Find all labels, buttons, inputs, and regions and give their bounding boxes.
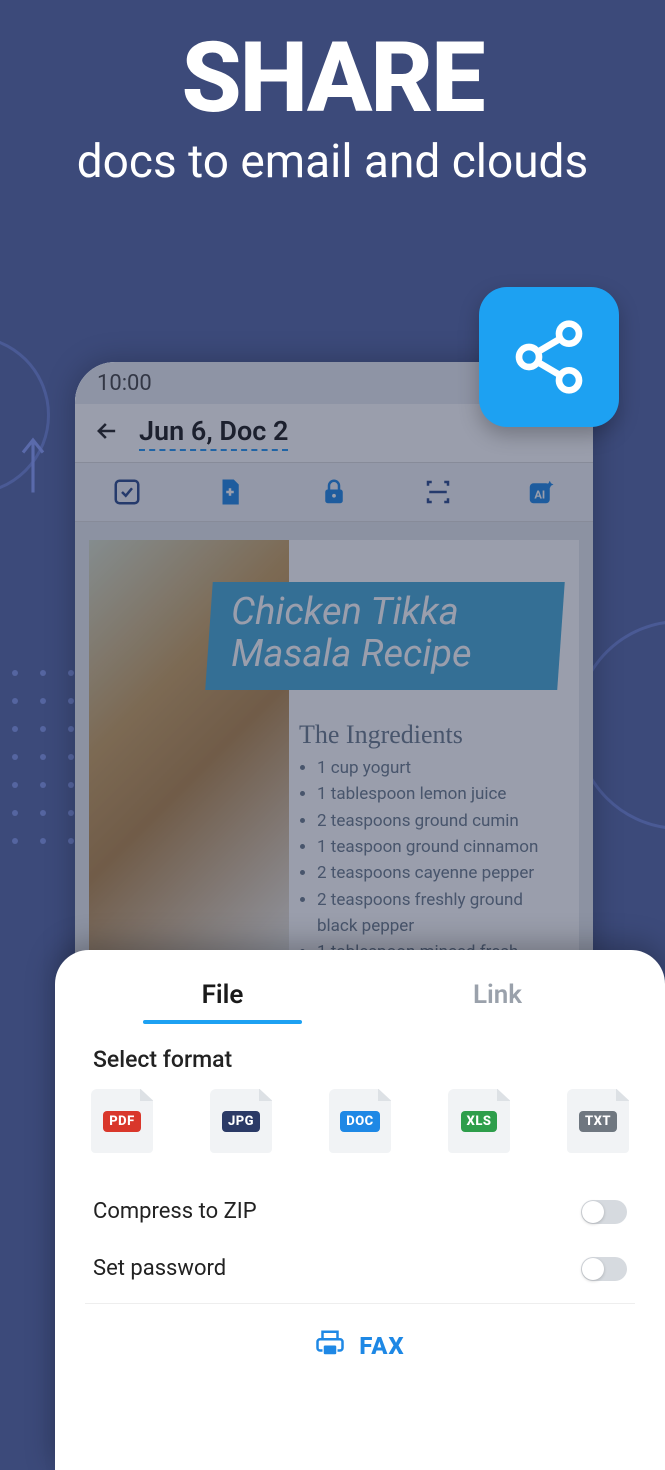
set-password-row: Set password — [85, 1240, 635, 1297]
format-jpg[interactable]: JPG — [210, 1089, 272, 1153]
tab-link[interactable]: Link — [360, 968, 635, 1024]
tab-file[interactable]: File — [85, 968, 360, 1024]
format-row: PDF JPG DOC XLS TXT — [85, 1089, 635, 1153]
select-format-label: Select format — [93, 1046, 635, 1073]
format-doc[interactable]: DOC — [329, 1089, 391, 1153]
set-password-label: Set password — [93, 1256, 226, 1281]
share-icon-badge — [479, 287, 619, 427]
compress-zip-label: Compress to ZIP — [93, 1199, 257, 1224]
hero-title: SHARE — [0, 30, 665, 127]
fax-button[interactable]: FAX — [85, 1303, 635, 1378]
format-xls[interactable]: XLS — [448, 1089, 510, 1153]
fax-label: FAX — [359, 1332, 404, 1360]
decoration-arrow — [18, 430, 48, 504]
compress-zip-row: Compress to ZIP — [85, 1183, 635, 1240]
format-txt[interactable]: TXT — [567, 1089, 629, 1153]
share-sheet: File Link Select format PDF JPG DOC XLS … — [55, 950, 665, 1470]
printer-icon — [315, 1328, 345, 1364]
set-password-toggle[interactable] — [581, 1257, 627, 1281]
compress-zip-toggle[interactable] — [581, 1200, 627, 1224]
hero-subtitle: docs to email and clouds — [0, 135, 665, 189]
format-pdf[interactable]: PDF — [91, 1089, 153, 1153]
sheet-tabs: File Link — [85, 968, 635, 1024]
